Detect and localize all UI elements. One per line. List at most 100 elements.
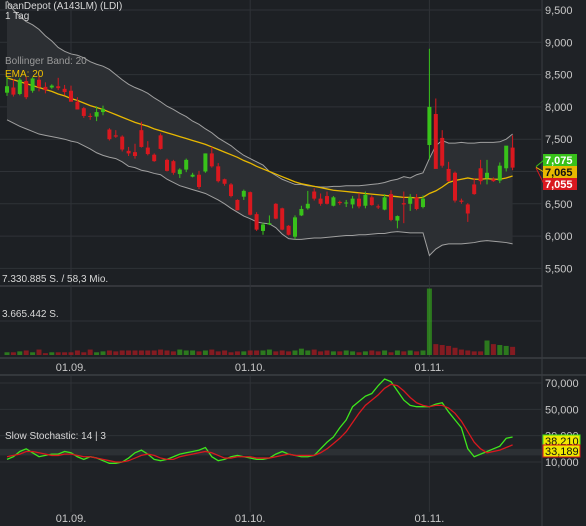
candle-body bbox=[152, 154, 157, 162]
volume-bar bbox=[503, 345, 509, 355]
candle-body bbox=[139, 130, 144, 147]
volume-bar bbox=[23, 350, 29, 355]
volume-bar bbox=[190, 350, 196, 355]
stoch-tick-label: 70,000 bbox=[545, 378, 579, 390]
stochastic-label: Slow Stochastic: 14 | 3 bbox=[5, 431, 106, 442]
candle-body bbox=[190, 174, 195, 177]
stoch-date-label: 01.10. bbox=[235, 513, 266, 525]
volume-bar bbox=[426, 288, 432, 355]
candle-body bbox=[133, 152, 137, 156]
candle-body bbox=[453, 172, 457, 201]
volume-bar bbox=[401, 351, 407, 355]
date-tick-label: 01.09. bbox=[56, 362, 87, 374]
volume-bar bbox=[279, 350, 285, 355]
price-tick-label: 6,500 bbox=[545, 199, 573, 211]
volume-bar bbox=[433, 344, 439, 355]
candle-body bbox=[203, 153, 208, 172]
price-tick-label: 5,500 bbox=[545, 263, 573, 275]
ema-label: EMA: 20 bbox=[5, 69, 44, 80]
candle-body bbox=[75, 101, 80, 110]
volume-bar bbox=[324, 350, 330, 355]
candle-body bbox=[177, 169, 182, 175]
volume-bar bbox=[55, 352, 61, 355]
stoch-date-label: 01.11. bbox=[415, 513, 445, 525]
volume-bar bbox=[36, 349, 42, 355]
volume-bar bbox=[254, 350, 260, 355]
candle-body bbox=[158, 135, 163, 149]
volume-bar bbox=[510, 346, 516, 355]
candle-body bbox=[126, 150, 131, 154]
candle-body bbox=[11, 87, 16, 95]
candle-body bbox=[280, 208, 285, 230]
candle-body bbox=[485, 172, 489, 178]
volume-bar bbox=[414, 351, 420, 355]
volume-bar bbox=[17, 351, 23, 355]
volume-bar bbox=[318, 351, 324, 355]
price-tick-label: 9,500 bbox=[545, 5, 573, 17]
volume-bar bbox=[311, 349, 317, 355]
volume-bar bbox=[375, 351, 381, 355]
candle-body bbox=[113, 135, 118, 137]
volume-bar bbox=[81, 352, 87, 355]
volume-bar bbox=[106, 350, 112, 355]
volume-bar bbox=[247, 350, 253, 355]
last-price-text: 7,055 bbox=[545, 179, 573, 191]
candle-body bbox=[395, 216, 400, 221]
candle-body bbox=[325, 196, 329, 204]
candle-body bbox=[305, 203, 310, 209]
volume-bar bbox=[471, 351, 477, 355]
candle-body bbox=[165, 159, 169, 171]
volume-bar bbox=[4, 352, 10, 355]
candle-body bbox=[312, 191, 317, 199]
stoch-value-text: 33,189 bbox=[545, 446, 579, 458]
volume-bar bbox=[241, 351, 247, 355]
candle-body bbox=[56, 86, 61, 89]
candle-body bbox=[497, 165, 502, 181]
candle-body bbox=[229, 184, 233, 197]
candle-body bbox=[331, 197, 336, 206]
candle-body bbox=[69, 90, 73, 102]
candle-body bbox=[414, 197, 419, 209]
volume-bar bbox=[62, 352, 68, 355]
candle-body bbox=[171, 161, 176, 173]
volume-bar bbox=[382, 350, 388, 355]
stoch-date-label: 01.09. bbox=[56, 513, 87, 525]
volume-mid-label: 3.665.442 S. bbox=[2, 309, 59, 320]
candle-body bbox=[389, 194, 393, 220]
price-tick-label: 6,000 bbox=[545, 231, 573, 243]
volume-bar bbox=[158, 349, 164, 355]
volume-bar bbox=[49, 352, 55, 355]
volume-bar bbox=[42, 353, 48, 355]
candle-body bbox=[273, 203, 278, 219]
period-label: 1 Tag bbox=[5, 11, 30, 22]
volume-bar bbox=[132, 350, 138, 355]
candle-body bbox=[81, 108, 86, 116]
candle-body bbox=[382, 197, 387, 210]
last-price-text: 7,075 bbox=[545, 155, 573, 167]
candle-body bbox=[401, 203, 406, 205]
volume-bar bbox=[350, 351, 356, 355]
bollinger-label: Bollinger Band: 20 bbox=[5, 56, 87, 67]
candle-body bbox=[209, 153, 214, 167]
stoch-tick-label: 50,000 bbox=[545, 404, 579, 416]
candle-body bbox=[145, 147, 150, 155]
volume-bar bbox=[30, 352, 36, 355]
volume-bar bbox=[151, 350, 157, 355]
chart-canvas: 9,5009,0008,5008,0007,5007,0006,5006,000… bbox=[0, 0, 586, 526]
candle-body bbox=[5, 86, 9, 93]
candle-body bbox=[318, 198, 323, 204]
volume-bar bbox=[286, 351, 292, 355]
price-tick-label: 8,000 bbox=[545, 102, 573, 114]
candle-body bbox=[491, 179, 496, 182]
volume-bar bbox=[234, 351, 240, 355]
candle-body bbox=[94, 112, 99, 117]
volume-bar bbox=[202, 350, 208, 355]
candle-body bbox=[49, 85, 54, 88]
volume-bar bbox=[356, 352, 362, 355]
candle-body bbox=[337, 201, 342, 204]
candle-body bbox=[433, 114, 438, 169]
last-price-text: 7,065 bbox=[545, 167, 573, 179]
candle-body bbox=[350, 198, 355, 205]
volume-bar bbox=[145, 350, 151, 355]
volume-bar bbox=[100, 351, 106, 355]
